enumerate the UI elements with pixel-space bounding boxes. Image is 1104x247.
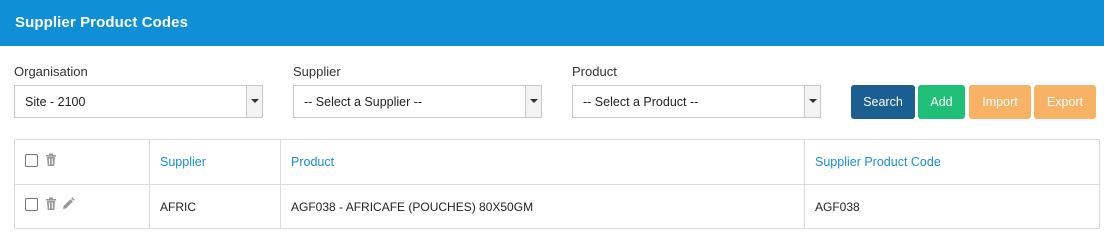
search-button[interactable]: Search [851,85,915,119]
product-select[interactable]: -- Select a Product -- [572,85,821,118]
row-code-value: AGF038 [815,200,860,214]
row-actions-cell [15,185,150,229]
trash-icon[interactable] [45,153,57,167]
supplier-label: Supplier [293,64,341,79]
chevron-down-icon [809,99,817,103]
page-title: Supplier Product Codes [15,14,189,31]
row-product-value: AGF038 - AFRICAFE (POUCHES) 80X50GM [291,200,534,214]
row-product-cell: AGF038 - AFRICAFE (POUCHES) 80X50GM [281,185,805,229]
chevron-down-icon [251,99,259,103]
select-all-checkbox[interactable] [25,154,38,167]
trash-icon[interactable] [45,197,57,211]
page-header: Supplier Product Codes [0,0,1104,46]
pencil-icon[interactable] [61,197,75,211]
row-code-cell: AGF038 [805,185,1099,229]
row-supplier-value: AFRIC [160,200,196,214]
product-select-value: -- Select a Product -- [583,95,699,109]
supplier-product-codes-table: Supplier Product Supplier Product Code A… [14,139,1100,229]
row-checkbox[interactable] [25,198,38,211]
column-header-supplier-label: Supplier [160,155,206,169]
row-supplier-cell: AFRIC [150,185,281,229]
organisation-select[interactable]: Site - 2100 [14,85,263,118]
column-header-product[interactable]: Product [281,140,805,184]
product-label: Product [572,64,617,79]
supplier-dropdown-toggle[interactable] [525,86,541,117]
supplier-select[interactable]: -- Select a Supplier -- [293,85,542,118]
organisation-label: Organisation [14,64,88,79]
chevron-down-icon [530,99,538,103]
product-dropdown-toggle[interactable] [804,86,820,117]
select-all-header-cell [15,140,150,184]
supplier-select-value: -- Select a Supplier -- [304,95,423,109]
column-header-code-label: Supplier Product Code [815,155,941,169]
organisation-dropdown-toggle[interactable] [246,86,262,117]
import-button[interactable]: Import [969,85,1031,119]
column-header-supplier-product-code[interactable]: Supplier Product Code [805,140,1099,184]
column-header-product-label: Product [291,155,335,169]
column-header-supplier[interactable]: Supplier [150,140,281,184]
export-button[interactable]: Export [1034,85,1096,119]
add-button[interactable]: Add [918,85,965,119]
organisation-select-value: Site - 2100 [25,95,86,109]
